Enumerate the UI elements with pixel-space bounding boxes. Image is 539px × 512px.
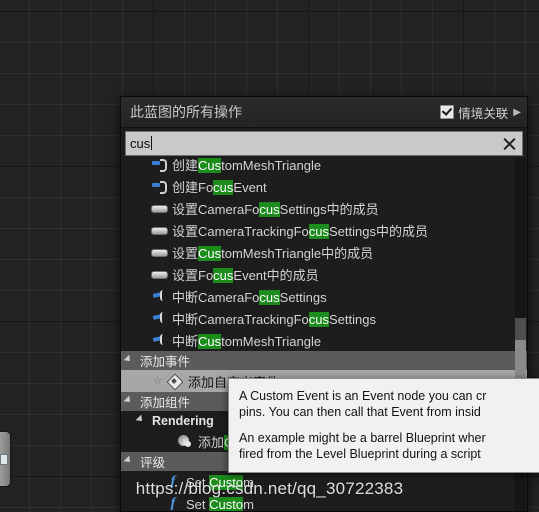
collapsed-sidebar-handle[interactable] xyxy=(0,432,10,486)
search-match-highlight: Custo xyxy=(209,474,244,490)
label-text: Event xyxy=(233,179,267,195)
action-tooltip: A Custom Event is an Event node you can … xyxy=(228,378,539,473)
label-text: 中断 xyxy=(172,333,199,349)
search-match-highlight: cus xyxy=(213,179,234,195)
triangle-collapse-icon[interactable] xyxy=(123,354,137,367)
results-row[interactable]: f Set Custom xyxy=(121,493,527,511)
results-row[interactable]: 创建CustomMeshTriangle xyxy=(121,158,527,175)
triangle-collapse-icon[interactable] xyxy=(123,395,137,408)
context-sensitive-toggle[interactable]: 情境关联 ▶ xyxy=(440,103,521,122)
sidebar-handle-nub xyxy=(0,454,8,465)
results-row-label: 设置CustomMeshTriangle中的成员 xyxy=(172,243,373,262)
results-row-label: 创建CustomMeshTriangle xyxy=(172,158,321,174)
label-text: Settings xyxy=(329,311,376,327)
results-row-label: Set Custom xyxy=(186,474,254,490)
category-label: 添加组件 xyxy=(140,396,191,410)
label-text: 设置CameraTrackingFo xyxy=(172,223,309,239)
results-category-header[interactable]: 添加事件 xyxy=(121,351,527,370)
search-input[interactable]: cus xyxy=(125,131,523,156)
results-row-label: Set Custom xyxy=(186,496,254,512)
search-match-highlight: cus xyxy=(308,311,330,327)
make-node-icon xyxy=(151,158,167,172)
results-row-label: 中断CameraFocusSettings xyxy=(172,287,327,306)
action-menu-title: 此蓝图的所有操作 xyxy=(130,104,242,120)
search-match-highlight: cus xyxy=(213,267,234,283)
category-label: 添加事件 xyxy=(140,355,191,369)
results-row[interactable]: 中断CameraFocusSettings xyxy=(121,285,527,307)
search-match-highlight: cus xyxy=(308,223,330,239)
results-row[interactable]: 设置CameraTrackingFocusSettings中的成员 xyxy=(121,219,527,241)
results-row-label: 设置CameraTrackingFocusSettings中的成员 xyxy=(172,221,428,240)
break-node-icon xyxy=(151,289,167,303)
label-text: 添加 xyxy=(198,434,225,450)
label-text: tomMeshTriangle xyxy=(221,333,322,349)
favorite-star-icon[interactable]: ☆ xyxy=(151,374,164,388)
function-icon: f xyxy=(170,474,176,489)
break-node-icon xyxy=(151,311,167,325)
action-menu-header: 此蓝图的所有操作 情境关联 ▶ xyxy=(121,97,527,128)
results-row[interactable]: 中断CameraTrackingFocusSettings xyxy=(121,307,527,329)
category-label: 评级 xyxy=(140,456,166,470)
clear-search-icon[interactable] xyxy=(500,135,518,153)
custom-event-icon xyxy=(167,374,183,388)
results-row[interactable]: 创建FocusEvent xyxy=(121,175,527,197)
label-text: m xyxy=(243,496,254,512)
set-member-icon xyxy=(151,201,168,215)
label-text: Settings中的成员 xyxy=(279,201,379,217)
results-row[interactable]: 设置FocusEvent中的成员 xyxy=(121,263,527,285)
results-scrollbar-track-upper[interactable] xyxy=(515,318,526,340)
label-text: tomMeshTriangle中的成员 xyxy=(221,245,374,261)
context-sensitive-label: 情境关联 xyxy=(458,106,509,121)
results-row[interactable]: 设置CameraFocusSettings中的成员 xyxy=(121,197,527,219)
triangle-collapse-icon[interactable] xyxy=(123,455,137,468)
label-text: 创建 xyxy=(172,158,199,173)
label-text: Settings xyxy=(279,289,327,305)
checkbox-checked-icon[interactable] xyxy=(440,105,455,119)
search-text: cus xyxy=(130,136,151,151)
label-text: 中断CameraFo xyxy=(172,289,260,305)
label-text: 设置 xyxy=(172,245,199,261)
triangle-collapse-icon[interactable] xyxy=(135,414,149,427)
label-text: tomMeshTriangle xyxy=(221,158,322,173)
results-row[interactable]: 中断CustomMeshTriangle xyxy=(121,329,527,351)
search-match-highlight: Custo xyxy=(209,496,244,511)
label-text: Set xyxy=(186,474,210,490)
label-text: 设置Fo xyxy=(172,267,214,283)
set-member-icon xyxy=(151,223,168,237)
search-match-highlight: Cus xyxy=(198,245,222,261)
results-row-label: 创建FocusEvent xyxy=(172,177,267,196)
text-caret xyxy=(151,136,153,150)
search-match-highlight: cus xyxy=(259,201,280,217)
label-text: 中断CameraTrackingFo xyxy=(172,311,309,327)
results-row-label: 设置CameraFocusSettings中的成员 xyxy=(172,199,379,218)
make-node-icon xyxy=(151,179,167,194)
break-node-icon xyxy=(151,333,167,347)
tooltip-paragraph-2: An example might be a barrel Blueprint w… xyxy=(239,431,486,461)
search-input-value: cus xyxy=(130,132,500,155)
set-member-icon xyxy=(151,267,168,281)
label-text: Set xyxy=(186,496,210,512)
set-member-icon xyxy=(151,245,168,259)
label-text: Event中的成员 xyxy=(233,267,319,283)
search-match-highlight: cus xyxy=(259,289,280,305)
label-text: m xyxy=(243,474,254,490)
results-row-label: 中断CustomMeshTriangle xyxy=(172,331,321,350)
label-text: 创建Fo xyxy=(172,179,214,195)
tooltip-paragraph-1: A Custom Event is an Event node you can … xyxy=(239,389,487,419)
results-row-label: 设置FocusEvent中的成员 xyxy=(172,265,319,284)
sphere-component-icon xyxy=(177,434,193,448)
search-match-highlight: Cus xyxy=(198,333,222,349)
function-icon: f xyxy=(170,496,176,511)
label-text: Settings中的成员 xyxy=(329,223,428,239)
search-match-highlight: Cus xyxy=(198,158,222,173)
chevron-right-icon[interactable]: ▶ xyxy=(513,107,521,118)
label-text: 设置CameraFo xyxy=(172,201,260,217)
category-label: Rendering xyxy=(152,413,214,428)
results-row-label: 中断CameraTrackingFocusSettings xyxy=(172,309,376,328)
results-row[interactable]: f Set Custom xyxy=(121,471,527,493)
results-row[interactable]: 设置CustomMeshTriangle中的成员 xyxy=(121,241,527,263)
